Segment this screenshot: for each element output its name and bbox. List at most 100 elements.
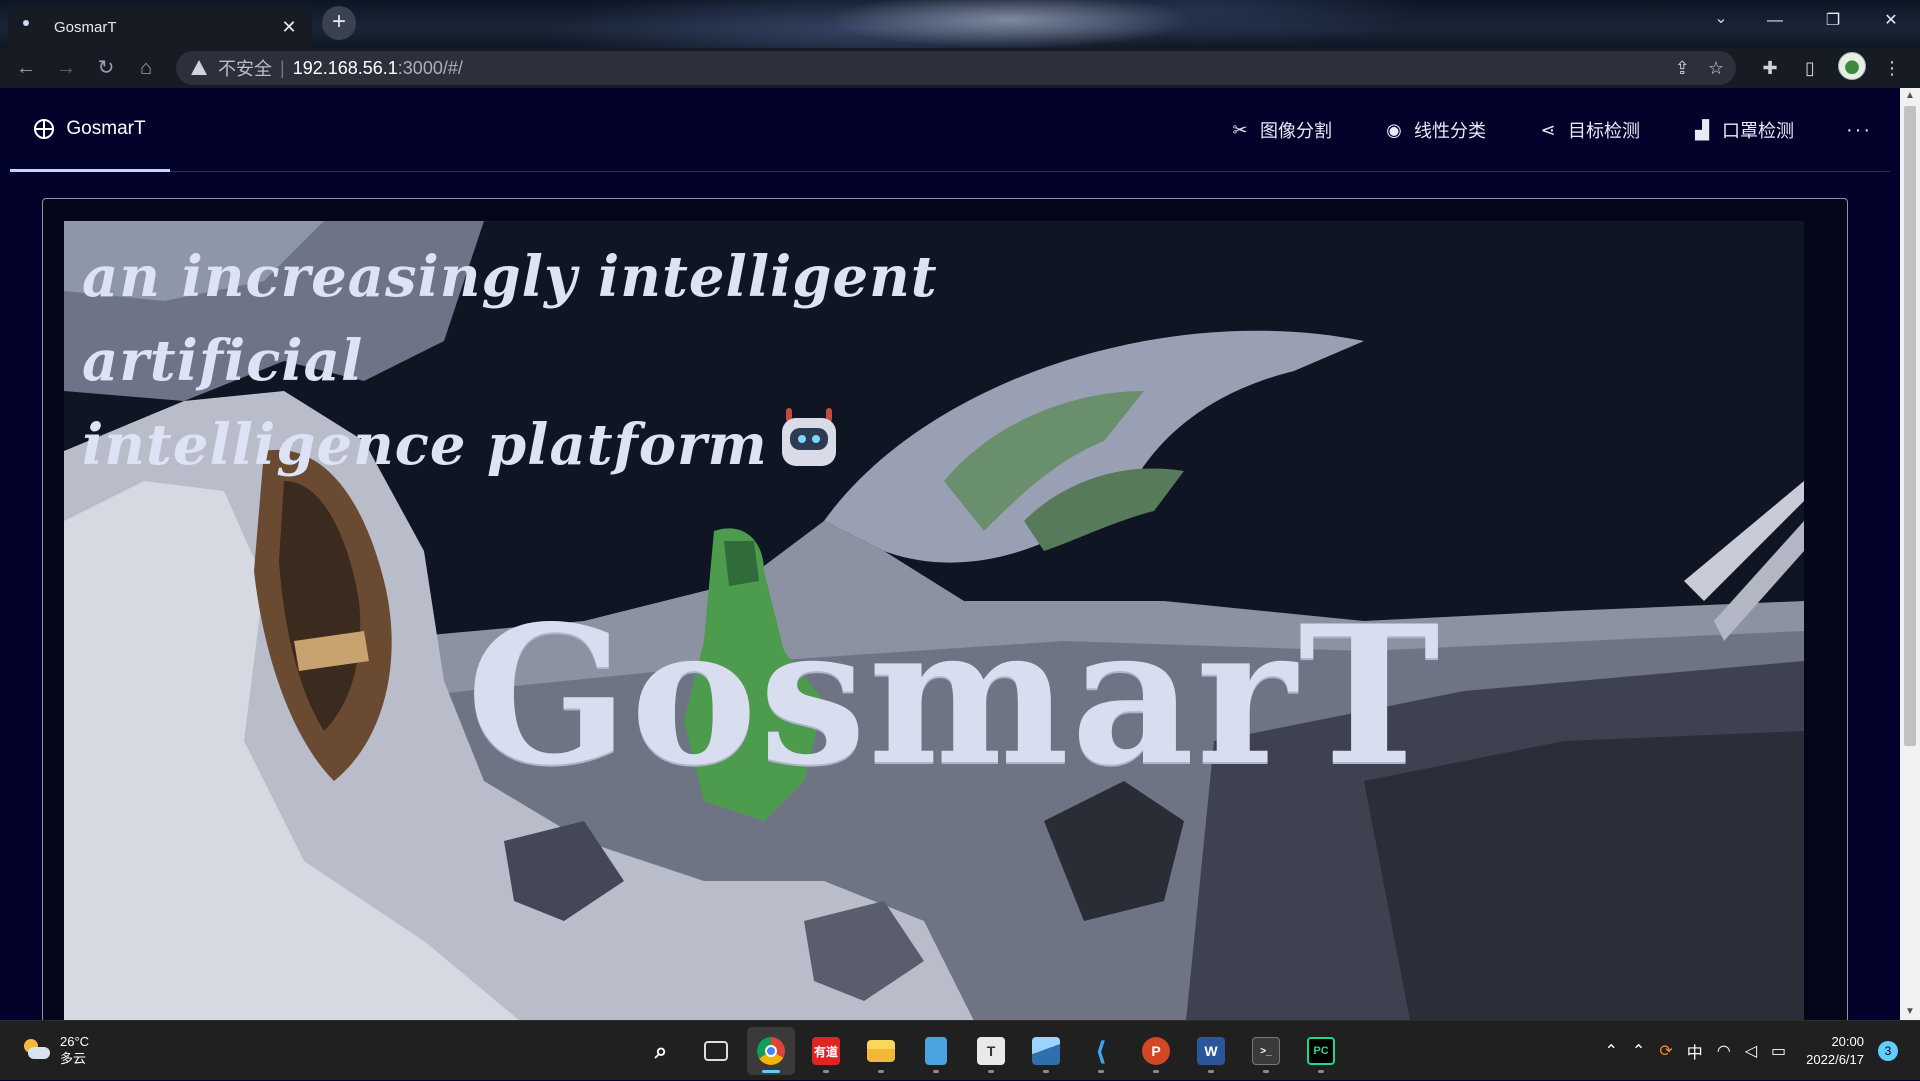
address-bar[interactable]: 不安全 | 192.168.56.1:3000/#/ ⇪ ☆ [176, 51, 1736, 85]
menu-item-mask-detection[interactable]: ▟ 口罩检测 [1692, 117, 1794, 143]
security-label[interactable]: 不安全 [218, 55, 272, 81]
menu-item-image-segmentation[interactable]: ✂ 图像分割 [1230, 117, 1332, 143]
tab-favicon-icon [20, 18, 38, 36]
scroll-down-arrow-icon[interactable]: ▼ [1900, 1004, 1920, 1020]
address-separator: | [280, 57, 285, 78]
taskbar-app-file-explorer[interactable] [857, 1027, 905, 1075]
youdao-dictionary-icon: 有道 [812, 1037, 840, 1065]
main-menu: ✂ 图像分割 ◉ 线性分类 ⋖ 目标检测 ▟ 口罩检测 ··· [1230, 88, 1872, 172]
restore-icon[interactable]: ❐ [1806, 6, 1860, 36]
share-icon: ⋖ [1540, 119, 1556, 140]
taskbar-app-pycharm[interactable]: PC [1297, 1027, 1345, 1075]
extensions-puzzle-icon[interactable]: ✚ [1756, 54, 1784, 82]
wifi-icon[interactable]: ◠ [1717, 1041, 1731, 1061]
scroll-up-arrow-icon[interactable]: ▲ [1900, 88, 1920, 104]
menu-item-label: 线性分类 [1414, 121, 1487, 141]
aperture-icon [34, 118, 55, 139]
tab-search-chevron-icon[interactable]: ⌄ [1708, 8, 1734, 28]
browser-titlebar: GosmarT ✕ + ⌄ — ❐ ✕ [0, 0, 1920, 48]
taskbar-apps: ⌕ 有道 T ⟨ P W >_ PC [582, 1027, 1345, 1075]
hero-card: an increasingly intelligent artificial i… [42, 198, 1848, 1020]
taskbar-app-notepad[interactable] [912, 1027, 960, 1075]
taskbar-app-powerpoint[interactable]: P [1132, 1027, 1180, 1075]
page-scrollbar[interactable]: ▲ ▼ [1900, 88, 1920, 1020]
photos-icon [1032, 1037, 1060, 1065]
input-switch-icon[interactable]: ⌃ [1632, 1041, 1645, 1061]
menu-item-label: 图像分割 [1260, 121, 1333, 141]
task-view-button[interactable] [692, 1027, 740, 1075]
battery-icon[interactable]: ▭ [1771, 1041, 1786, 1061]
hero-tagline: an increasingly intelligent artificial i… [82, 235, 1062, 487]
taskbar-app-photos[interactable] [1022, 1027, 1070, 1075]
pycharm-icon: PC [1307, 1037, 1335, 1065]
menu-item-object-detection[interactable]: ⋖ 目标检测 [1538, 117, 1640, 143]
menu-item-linear-classification[interactable]: ◉ 线性分类 [1384, 117, 1486, 143]
brand-name: GosmarT [66, 117, 146, 139]
url-path: :3000/#/ [397, 57, 463, 78]
vscode-icon: ⟨ [1095, 1035, 1107, 1066]
hero-banner-image: an increasingly intelligent artificial i… [64, 221, 1804, 1020]
partly-cloudy-icon [22, 1039, 50, 1061]
menu-item-label: 目标检测 [1568, 121, 1641, 141]
terminal-icon: >_ [1252, 1037, 1280, 1065]
word-icon: W [1197, 1037, 1225, 1065]
task-view-icon [704, 1041, 728, 1061]
brand-tab[interactable]: GosmarT [10, 88, 170, 172]
taskbar-app-typora[interactable]: T [967, 1027, 1015, 1075]
clock-date: 2022/6/17 [1806, 1052, 1864, 1067]
tagline-line-2-wrap: intelligence platform [82, 403, 1062, 487]
weather-widget[interactable]: 26°C 多云 [22, 1033, 89, 1067]
bookmark-star-icon[interactable]: ☆ [1708, 58, 1724, 79]
tab-title: GosmarT [54, 18, 117, 36]
more-menu-icon[interactable]: ··· [1846, 119, 1872, 142]
close-window-icon[interactable]: ✕ [1864, 6, 1918, 36]
chrome-icon [757, 1037, 785, 1065]
tagline-line-2: intelligence platform [82, 412, 768, 478]
home-icon[interactable]: ⌂ [130, 52, 162, 84]
volume-icon[interactable]: ◁ [1745, 1041, 1757, 1061]
web-page: GosmarT ✂ 图像分割 ◉ 线性分类 ⋖ 目标检测 ▟ 口罩检测 ··· [0, 88, 1900, 1020]
temperature: 26°C [60, 1034, 90, 1049]
browser-menu-icon[interactable]: ⋮ [1878, 54, 1906, 82]
powerpoint-icon: P [1142, 1037, 1170, 1065]
taskbar: 26°C 多云 ⌕ 有道 T ⟨ P W >_ PC ⌃ ⌃ ⟳ 中 ◠ ◁ ▭… [0, 1020, 1920, 1080]
app-navbar: GosmarT ✂ 图像分割 ◉ 线性分类 ⋖ 目标检测 ▟ 口罩检测 ··· [10, 88, 1890, 172]
reload-icon[interactable]: ↻ [90, 52, 122, 84]
taskbar-app-vscode[interactable]: ⟨ [1077, 1027, 1125, 1075]
ime-indicator[interactable]: 中 [1687, 1039, 1703, 1063]
profile-avatar[interactable] [1838, 52, 1866, 80]
clock[interactable]: 20:00 2022/6/17 [1806, 1033, 1864, 1069]
notification-badge[interactable]: 3 [1878, 1041, 1898, 1061]
forward-icon[interactable]: → [50, 52, 82, 84]
taskbar-search-button[interactable]: ⌕ [637, 1027, 685, 1075]
start-button[interactable] [582, 1027, 630, 1075]
scroll-thumb[interactable] [1904, 106, 1916, 746]
back-icon[interactable]: ← [10, 52, 42, 84]
chevron-up-icon[interactable]: ⌃ [1605, 1041, 1618, 1061]
hero-title: GosmarT [466, 584, 1442, 807]
weather-condition: 多云 [60, 1051, 87, 1066]
tab-close-icon[interactable]: ✕ [278, 17, 300, 38]
folder-icon [867, 1040, 895, 1062]
search-icon: ⌕ [654, 1038, 668, 1063]
taskbar-app-word[interactable]: W [1187, 1027, 1235, 1075]
share-page-icon[interactable]: ⇪ [1675, 58, 1690, 79]
taskbar-app-youdao[interactable]: 有道 [802, 1027, 850, 1075]
sync-icon[interactable]: ⟳ [1659, 1041, 1672, 1061]
new-tab-button[interactable]: + [322, 6, 356, 40]
mask-icon: ▟ [1695, 119, 1709, 140]
url-host: 192.168.56.1 [292, 57, 398, 78]
taskbar-app-chrome[interactable] [747, 1027, 795, 1075]
taskbar-app-terminal[interactable]: >_ [1242, 1027, 1290, 1075]
menu-item-label: 口罩检测 [1722, 121, 1795, 141]
typora-icon: T [977, 1037, 1005, 1065]
clock-time: 20:00 [1831, 1034, 1864, 1049]
not-secure-warning-icon[interactable] [190, 59, 208, 77]
scissors-icon: ✂ [1232, 119, 1248, 140]
browser-tab[interactable]: GosmarT ✕ [8, 6, 312, 48]
tagline-line-1: an increasingly intelligent artificial [82, 244, 938, 394]
side-panel-icon[interactable]: ▯ [1796, 54, 1824, 82]
notepad-icon [925, 1037, 947, 1065]
windows-logo-icon [593, 1038, 619, 1064]
minimize-icon[interactable]: — [1748, 6, 1802, 36]
